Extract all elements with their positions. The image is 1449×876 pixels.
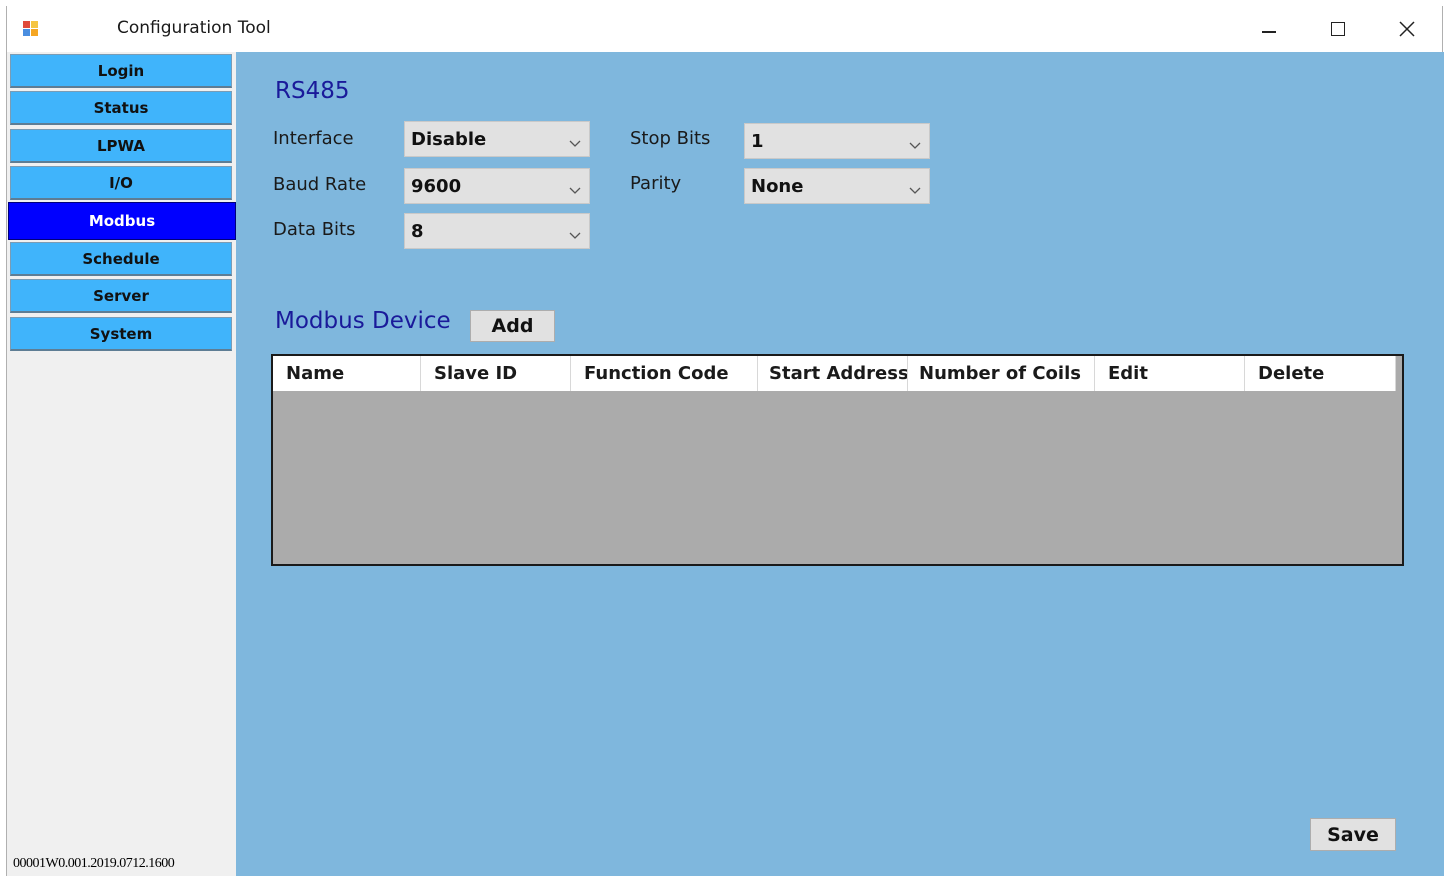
add-device-button[interactable]: Add bbox=[470, 310, 555, 342]
baud-rate-value: 9600 bbox=[411, 175, 462, 197]
nav-system-button[interactable]: System bbox=[10, 317, 232, 351]
interface-value: Disable bbox=[411, 128, 487, 150]
stop-bits-label: Stop Bits bbox=[630, 128, 711, 149]
grid-header: Name Slave ID Function Code Start Addres… bbox=[273, 356, 1396, 391]
column-header-number-of-coils[interactable]: Number of Coils bbox=[908, 356, 1095, 391]
data-bits-value: 8 bbox=[411, 220, 424, 242]
sidebar: Login Status LPWA I/O Modbus Schedule Se… bbox=[7, 52, 236, 876]
minimize-button[interactable] bbox=[1235, 6, 1303, 52]
rs485-title: RS485 bbox=[275, 78, 350, 104]
chevron-down-icon bbox=[909, 135, 921, 149]
nav-server-button[interactable]: Server bbox=[10, 279, 232, 313]
column-header-slave-id[interactable]: Slave ID bbox=[421, 356, 571, 391]
data-bits-select[interactable]: 8 bbox=[404, 213, 590, 249]
parity-value: None bbox=[751, 175, 804, 197]
nav-status-button[interactable]: Status bbox=[10, 91, 232, 125]
app-window: Configuration Tool Login Status LPWA I/O… bbox=[6, 6, 1444, 876]
nav-login-button[interactable]: Login bbox=[10, 54, 232, 88]
app-icon bbox=[23, 21, 39, 37]
data-bits-label: Data Bits bbox=[273, 219, 356, 240]
baud-rate-select[interactable]: 9600 bbox=[404, 168, 590, 204]
title-bar[interactable]: Configuration Tool bbox=[7, 6, 1442, 52]
main-panel: RS485 Interface Disable Baud Rate 9600 D… bbox=[236, 52, 1444, 876]
interface-select[interactable]: Disable bbox=[404, 121, 590, 157]
nav-io-button[interactable]: I/O bbox=[10, 166, 232, 200]
nav-modbus-button[interactable]: Modbus bbox=[8, 202, 236, 240]
interface-label: Interface bbox=[273, 128, 354, 149]
column-header-start-address[interactable]: Start Address bbox=[758, 356, 908, 391]
chevron-down-icon bbox=[569, 180, 581, 194]
save-button[interactable]: Save bbox=[1310, 818, 1396, 851]
modbus-device-title: Modbus Device bbox=[275, 308, 451, 334]
nav-schedule-button[interactable]: Schedule bbox=[10, 242, 232, 276]
window-title: Configuration Tool bbox=[117, 18, 271, 38]
chevron-down-icon bbox=[909, 180, 921, 194]
nav-lpwa-button[interactable]: LPWA bbox=[10, 129, 232, 163]
close-button[interactable] bbox=[1373, 6, 1441, 52]
column-header-function-code[interactable]: Function Code bbox=[571, 356, 758, 391]
close-icon bbox=[1399, 21, 1415, 37]
version-label: 00001W0.001.2019.0712.1600 bbox=[13, 856, 175, 871]
maximize-button[interactable] bbox=[1304, 6, 1372, 52]
maximize-icon bbox=[1331, 22, 1345, 36]
minimize-icon bbox=[1262, 31, 1276, 33]
modbus-device-grid[interactable]: Name Slave ID Function Code Start Addres… bbox=[271, 354, 1404, 566]
stop-bits-select[interactable]: 1 bbox=[744, 123, 930, 159]
column-header-delete[interactable]: Delete bbox=[1245, 356, 1396, 391]
column-header-edit[interactable]: Edit bbox=[1095, 356, 1245, 391]
stop-bits-value: 1 bbox=[751, 130, 764, 152]
chevron-down-icon bbox=[569, 225, 581, 239]
column-header-name[interactable]: Name bbox=[273, 356, 421, 391]
baud-rate-label: Baud Rate bbox=[273, 174, 367, 195]
chevron-down-icon bbox=[569, 133, 581, 147]
parity-label: Parity bbox=[630, 173, 682, 194]
parity-select[interactable]: None bbox=[744, 168, 930, 204]
